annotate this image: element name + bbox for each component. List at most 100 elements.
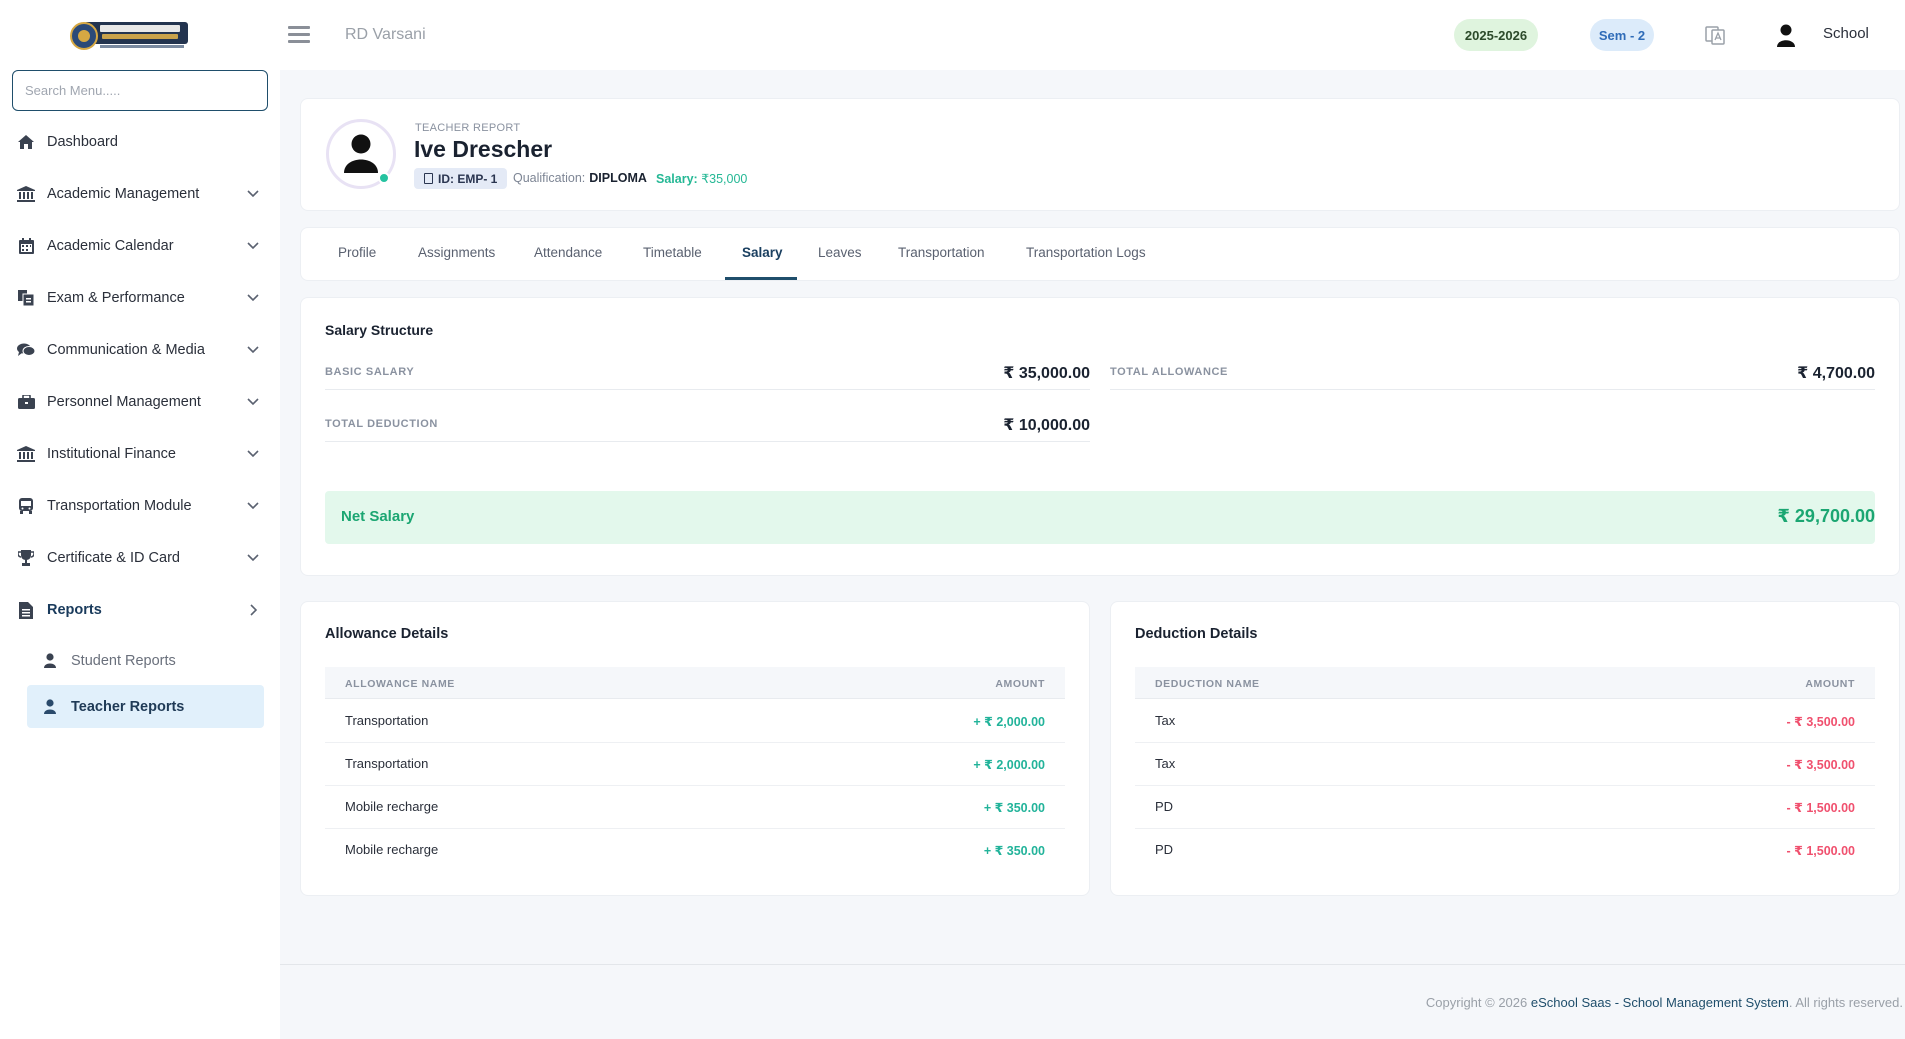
tab-assignments[interactable]: Assignments [418,245,495,260]
user-name[interactable]: School [1823,25,1869,42]
comments-icon [16,341,36,359]
allowance-row-name: Mobile recharge [345,842,439,857]
exam-icon [16,289,36,307]
chevron-down-icon [247,450,259,458]
trophy-icon [16,549,36,567]
sidebar-item-transportation-module[interactable]: Transportation Module [0,480,280,532]
divider [325,441,1090,442]
footer-link[interactable]: eSchool Saas - School Management System [1531,995,1789,1010]
deduction-row-amount: - ₹ 3,500.00 [1786,758,1855,772]
deduction-row-name: PD [1155,799,1174,814]
chevron-down-icon [247,242,259,250]
tab-transportation[interactable]: Transportation [898,245,985,260]
user-avatar-icon[interactable] [1775,23,1797,47]
deduction-row-amount: - ₹ 1,500.00 [1786,844,1855,858]
allowance-name-column: ALLOWANCE NAME [345,678,455,690]
row-divider [1135,828,1875,829]
allowance-row-amount: + ₹ 350.00 [983,844,1045,858]
sidebar-item-academic-management[interactable]: Academic Management [0,168,280,220]
allowance-row-amount: + ₹ 350.00 [983,801,1045,815]
row-divider [325,742,1065,743]
organization-name: RD Varsani [345,26,426,43]
tab-salary[interactable]: Salary [742,245,783,260]
language-icon[interactable] [1704,24,1726,46]
total-allowance-value: ₹ 4,700.00 [1797,365,1875,382]
deduction-row-amount: - ₹ 3,500.00 [1786,715,1855,729]
bus-icon [16,497,36,515]
allowance-row-name: Mobile recharge [345,799,439,814]
sidebar-item-label: Institutional Finance [47,446,176,462]
qualification-label: Qualification: [513,171,586,185]
sidebar: Dashboard Academic Management Academic C… [0,0,280,1039]
salary-structure-title: Salary Structure [325,322,434,338]
salary-summary: Salary: ₹35,000 [656,171,747,186]
row-divider [325,785,1065,786]
qualification-value: DIPLOMA [589,171,647,185]
tab-leaves[interactable]: Leaves [818,245,862,260]
report-icon [16,601,36,619]
divider [325,389,1090,390]
deduction-details-title: Deduction Details [1135,626,1258,642]
sidebar-item-academic-calendar[interactable]: Academic Calendar [0,220,280,272]
sidebar-item-dashboard[interactable]: Dashboard [0,116,280,168]
footer-divider [280,964,1905,965]
qualification: Qualification: DIPLOMA [513,171,647,185]
id-card-icon [424,173,433,184]
allowance-details-title: Allowance Details [325,626,449,642]
sidebar-item-label: Communication & Media [47,342,205,358]
salary-label: Salary: [656,172,698,186]
salary-value: ₹35,000 [701,172,748,186]
semester-badge[interactable]: Sem - 2 [1590,19,1654,51]
deduction-row-amount: - ₹ 1,500.00 [1786,801,1855,815]
employee-id-badge: ID: EMP- 1 [414,168,508,189]
briefcase-icon [16,393,36,411]
institution-icon [16,185,36,203]
total-deduction-value: ₹ 10,000.00 [1003,417,1090,434]
allowance-row-name: Transportation [345,756,429,771]
calendar-icon [16,237,36,255]
chevron-down-icon [247,502,259,510]
tab-transportation-logs[interactable]: Transportation Logs [1026,245,1146,260]
hamburger-menu-icon[interactable] [288,26,310,44]
row-divider [325,828,1065,829]
deduction-row-name: Tax [1155,713,1176,728]
allowance-row-name: Transportation [345,713,429,728]
search-input[interactable] [12,70,268,111]
sidebar-subitem-label: Student Reports [71,652,176,669]
deduction-row-name: PD [1155,842,1174,857]
sidebar-item-certificate-id-card[interactable]: Certificate & ID Card [0,532,280,584]
chevron-down-icon [247,346,259,354]
basic-salary-label: BASIC SALARY [325,366,415,378]
net-salary-value: ₹ 29,700.00 [1777,506,1875,526]
sidebar-item-label: Exam & Performance [47,290,185,306]
sidebar-item-exam-performance[interactable]: Exam & Performance [0,272,280,324]
deduction-amount-column: AMOUNT [1805,678,1855,690]
sidebar-item-label: Dashboard [47,134,118,150]
tab-attendance[interactable]: Attendance [534,245,602,260]
sidebar-subitem-label: Teacher Reports [71,698,185,715]
employee-id: ID: EMP- 1 [438,171,498,186]
sidebar-item-label: Certificate & ID Card [47,550,180,566]
sidebar-item-communication-media[interactable]: Communication & Media [0,324,280,376]
tab-profile[interactable]: Profile [338,245,376,260]
user-icon [41,699,59,715]
tab-timetable[interactable]: Timetable [643,245,702,260]
sidebar-subitem-teacher-reports[interactable]: Teacher Reports [27,685,264,728]
sidebar-item-personnel-management[interactable]: Personnel Management [0,376,280,428]
chevron-down-icon [247,190,259,198]
school-logo[interactable] [70,18,192,54]
sidebar-subitem-student-reports[interactable]: Student Reports [27,639,264,682]
footer-copyright: Copyright © 2026 [1425,995,1528,1010]
deduction-name-column: DEDUCTION NAME [1155,678,1260,690]
online-status-indicator [378,172,390,184]
sidebar-item-reports[interactable]: Reports [0,584,280,636]
chevron-down-icon [247,398,259,406]
teacher-name: Ive Drescher [414,136,553,162]
top-header [280,0,1905,70]
sidebar-item-institutional-finance[interactable]: Institutional Finance [0,428,280,480]
session-badge[interactable]: 2025-2026 [1454,19,1538,51]
allowance-row-amount: + ₹ 2,000.00 [973,758,1045,772]
bank-icon [16,445,36,463]
footer-suffix: . All rights reserved. [1788,995,1903,1010]
chevron-down-icon [247,554,259,562]
